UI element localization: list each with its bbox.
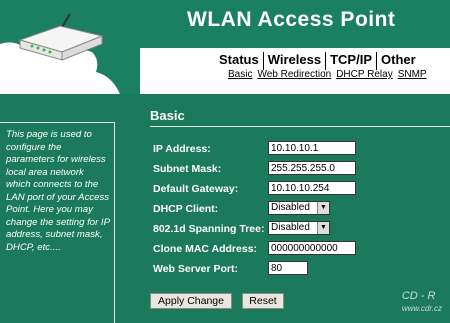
router-icon bbox=[18, 13, 104, 61]
apply-change-button[interactable]: Apply Change bbox=[150, 293, 232, 309]
ip-address-label: IP Address: bbox=[153, 143, 211, 155]
subnav-web-redirection[interactable]: Web Redirection bbox=[257, 69, 331, 80]
subnav-dhcp-relay[interactable]: DHCP Relay bbox=[336, 69, 393, 80]
spanning-tree-label: 802.1d Spanning Tree: bbox=[153, 223, 265, 235]
ip-address-field[interactable]: 10.10.10.1 bbox=[268, 141, 356, 155]
dhcp-client-label: DHCP Client: bbox=[153, 203, 219, 215]
default-gateway-label: Default Gateway: bbox=[153, 183, 239, 195]
dhcp-client-value: Disabled bbox=[271, 202, 310, 213]
tab-status[interactable]: Status bbox=[215, 52, 263, 70]
web-server-port-label: Web Server Port: bbox=[153, 263, 238, 275]
chevron-down-icon: ▼ bbox=[317, 202, 329, 214]
dhcp-client-select[interactable]: Disabled ▼ bbox=[268, 201, 330, 215]
page-title: WLAN Access Point bbox=[187, 8, 396, 31]
tab-tcpip[interactable]: TCP/IP bbox=[325, 52, 376, 70]
watermark-logo: CD - R www.cdr.cz bbox=[402, 290, 442, 314]
subnav-basic[interactable]: Basic bbox=[228, 69, 252, 80]
watermark-url: www.cdr.cz bbox=[401, 304, 442, 313]
subnav-snmp[interactable]: SNMP bbox=[398, 69, 427, 80]
watermark-brand: CD - R bbox=[401, 290, 436, 302]
header: WLAN Access Point Status Wireless TCP/IP… bbox=[0, 0, 450, 94]
sub-nav: Basic Web Redirection DHCP Relay SNMP bbox=[228, 69, 432, 80]
tab-other[interactable]: Other bbox=[376, 52, 420, 70]
spanning-tree-value: Disabled bbox=[271, 222, 310, 233]
clone-mac-label: Clone MAC Address: bbox=[153, 243, 258, 255]
spanning-tree-select[interactable]: Disabled ▼ bbox=[268, 221, 330, 235]
subnet-mask-label: Subnet Mask: bbox=[153, 163, 222, 175]
chevron-down-icon: ▼ bbox=[317, 222, 329, 234]
tab-wireless[interactable]: Wireless bbox=[262, 52, 325, 70]
reset-button[interactable]: Reset bbox=[242, 293, 284, 309]
subnet-mask-field[interactable]: 255.255.255.0 bbox=[268, 161, 356, 175]
help-panel: This page is used to configure the param… bbox=[0, 122, 115, 323]
default-gateway-field[interactable]: 10.10.10.254 bbox=[268, 181, 356, 195]
main-nav: Status Wireless TCP/IP Other bbox=[215, 52, 420, 70]
web-server-port-field[interactable]: 80 bbox=[268, 261, 308, 275]
clone-mac-field[interactable]: 000000000000 bbox=[268, 241, 356, 255]
section-title: Basic bbox=[150, 108, 185, 123]
help-text: This page is used to configure the param… bbox=[6, 129, 110, 253]
